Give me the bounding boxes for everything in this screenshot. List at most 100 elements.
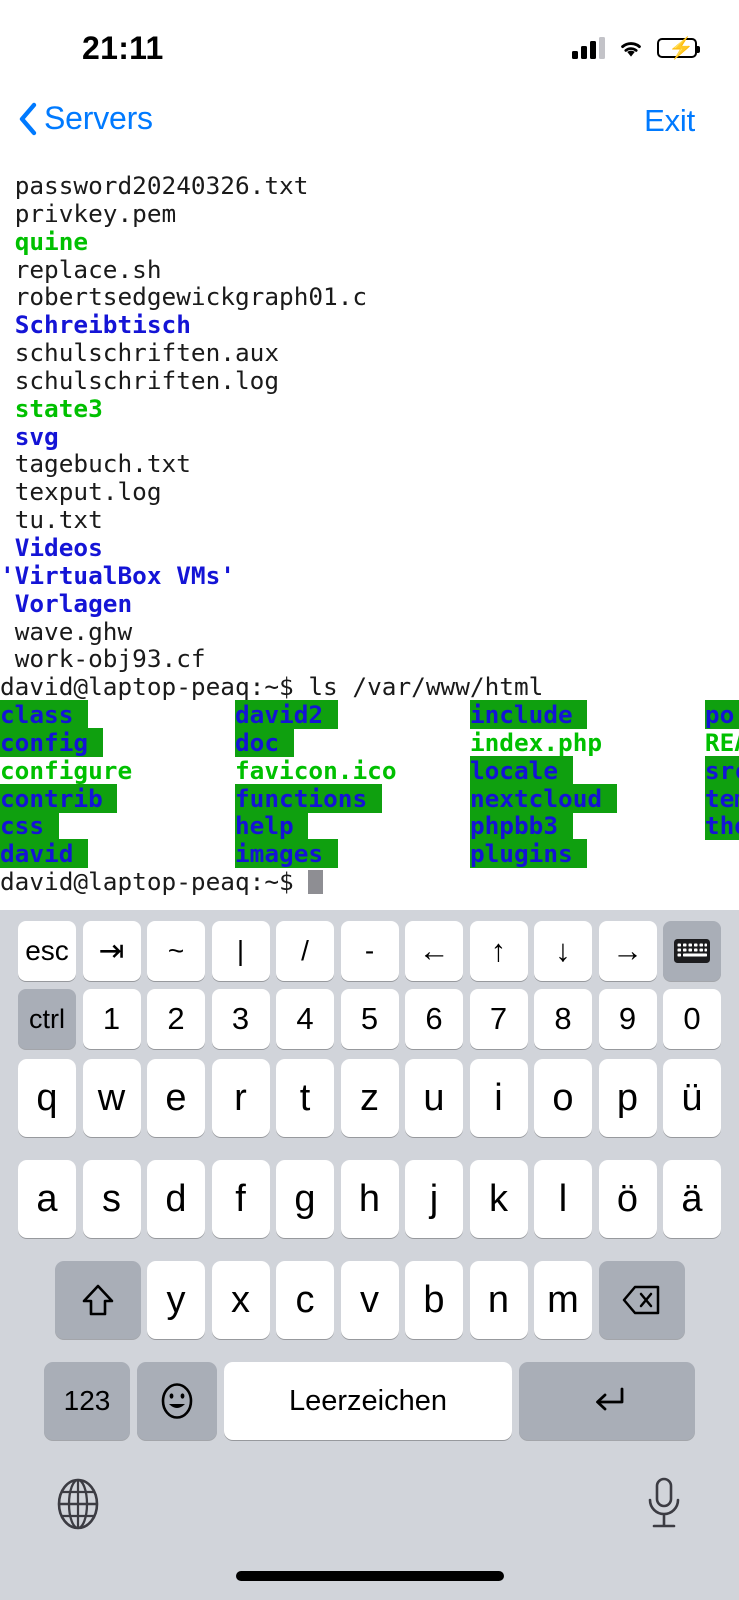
terminal-indent xyxy=(0,589,15,618)
digit-0-key[interactable]: 0 xyxy=(663,989,721,1049)
digit-7-key[interactable]: 7 xyxy=(469,989,528,1049)
digit-2-key[interactable]: 2 xyxy=(147,989,205,1049)
emoji-key[interactable] xyxy=(137,1362,217,1440)
terminal-output[interactable]: password20240326.txt privkey.pem quine r… xyxy=(0,168,739,910)
cellular-bars-icon xyxy=(572,37,605,59)
key-g[interactable]: g xyxy=(276,1160,334,1238)
arrow-up-key[interactable]: ↑ xyxy=(469,921,528,981)
keyboard-row-a: asdfghjklöä xyxy=(0,1159,739,1239)
key-k[interactable]: k xyxy=(469,1160,528,1238)
terminal-indent xyxy=(0,338,15,367)
shell-command: ls /var/www/html xyxy=(308,672,544,702)
terminal-line: Videos xyxy=(0,534,739,562)
shift-key[interactable] xyxy=(54,1261,141,1339)
terminal-indent xyxy=(0,394,15,423)
key-p[interactable]: p xyxy=(598,1059,657,1137)
key-t[interactable]: t xyxy=(276,1059,334,1137)
key-ä[interactable]: ä xyxy=(663,1160,721,1238)
hide-keyboard-icon xyxy=(674,939,710,963)
terminal-indent xyxy=(0,199,15,228)
listing-entry: wave.ghw xyxy=(14,616,133,646)
key-m[interactable]: m xyxy=(534,1261,592,1339)
key-ö[interactable]: ö xyxy=(598,1160,657,1238)
key-d[interactable]: d xyxy=(147,1160,205,1238)
pipe-key[interactable]: | xyxy=(211,921,270,981)
back-to-servers-button[interactable]: Servers xyxy=(18,100,153,137)
listing-pad xyxy=(587,700,704,729)
wifi-icon xyxy=(621,42,641,57)
terminal-line: robertsedgewickgraph01.c xyxy=(0,283,739,311)
key-b[interactable]: b xyxy=(405,1261,463,1339)
listing-entry: help xyxy=(234,811,309,841)
hyphen-key[interactable]: - xyxy=(340,921,399,981)
slash-key[interactable]: / xyxy=(276,921,334,981)
listing-entry: configure xyxy=(0,755,133,785)
terminal-line: state3 xyxy=(0,394,739,423)
terminal-indent xyxy=(0,477,15,506)
key-u[interactable]: u xyxy=(405,1059,463,1137)
terminal-indent xyxy=(0,255,15,284)
numbers-mode-key[interactable]: 123 xyxy=(44,1362,130,1440)
tab-key[interactable]: ⇥ xyxy=(82,921,141,981)
key-l[interactable]: l xyxy=(534,1160,592,1238)
listing-entry: privkey.pem xyxy=(14,198,177,228)
return-key[interactable] xyxy=(519,1362,695,1440)
key-r[interactable]: r xyxy=(211,1059,270,1137)
key-c[interactable]: c xyxy=(276,1261,334,1339)
space-key[interactable]: Leerzeichen xyxy=(224,1362,512,1440)
arrow-left-key[interactable]: ← xyxy=(405,921,463,981)
key-ü[interactable]: ü xyxy=(663,1059,721,1137)
digit-1-key[interactable]: 1 xyxy=(82,989,141,1049)
digit-5-key[interactable]: 5 xyxy=(340,989,399,1049)
listing-entry: functions xyxy=(234,783,382,813)
key-a[interactable]: a xyxy=(18,1160,76,1238)
key-v[interactable]: v xyxy=(340,1261,399,1339)
digit-8-key[interactable]: 8 xyxy=(534,989,592,1049)
key-q[interactable]: q xyxy=(18,1059,76,1137)
key-z[interactable]: z xyxy=(340,1059,399,1137)
arrow-down-key[interactable]: ↓ xyxy=(534,921,592,981)
emoji-smiley-icon xyxy=(161,1383,193,1419)
digit-3-key[interactable]: 3 xyxy=(211,989,270,1049)
exit-button[interactable]: Exit xyxy=(644,103,695,139)
keyboard-row-z: yxcvbnm xyxy=(0,1260,739,1340)
ctrl-key[interactable]: ctrl xyxy=(18,989,76,1049)
digit-9-key[interactable]: 9 xyxy=(598,989,657,1049)
terminal-line: svg xyxy=(0,422,739,451)
listing-pad xyxy=(88,839,235,868)
listing-entry: README xyxy=(704,727,739,757)
key-n[interactable]: n xyxy=(469,1261,528,1339)
key-x[interactable]: x xyxy=(211,1261,270,1339)
hide-keyboard-key[interactable] xyxy=(663,921,721,981)
listing-entry: work-obj93.cf xyxy=(14,644,206,674)
key-i[interactable]: i xyxy=(469,1059,528,1137)
terminal-line: privkey.pem xyxy=(0,198,739,228)
key-e[interactable]: e xyxy=(147,1059,205,1137)
backspace-key[interactable] xyxy=(598,1261,685,1339)
keyboard-number-row: ctrl 1 2 3 4 5 6 7 8 9 0 xyxy=(0,988,739,1050)
key-j[interactable]: j xyxy=(405,1160,463,1238)
esc-key[interactable]: esc xyxy=(18,921,76,981)
terminal-cursor xyxy=(308,870,323,895)
tilde-key[interactable]: ~ xyxy=(147,921,205,981)
listing-entry: themes xyxy=(704,811,739,841)
key-y[interactable]: y xyxy=(147,1261,205,1339)
terminal-line: 'VirtualBox VMs' xyxy=(0,561,739,590)
digit-6-key[interactable]: 6 xyxy=(405,989,463,1049)
key-h[interactable]: h xyxy=(340,1160,399,1238)
listing-entry: images xyxy=(234,839,338,869)
key-s[interactable]: s xyxy=(82,1160,141,1238)
dictation-button[interactable] xyxy=(641,1474,687,1534)
listing-pad xyxy=(117,784,234,813)
home-indicator xyxy=(235,1571,504,1581)
key-w[interactable]: w xyxy=(82,1059,141,1137)
language-switch-button[interactable] xyxy=(50,1476,106,1532)
key-f[interactable]: f xyxy=(211,1160,270,1238)
terminal-line: Vorlagen xyxy=(0,589,739,618)
arrow-right-key[interactable]: → xyxy=(598,921,657,981)
listing-pad xyxy=(294,728,470,757)
terminal-line: tagebuch.txt xyxy=(0,450,739,478)
digit-4-key[interactable]: 4 xyxy=(276,989,334,1049)
key-o[interactable]: o xyxy=(534,1059,592,1137)
terminal-line: work-obj93.cf xyxy=(0,645,739,673)
